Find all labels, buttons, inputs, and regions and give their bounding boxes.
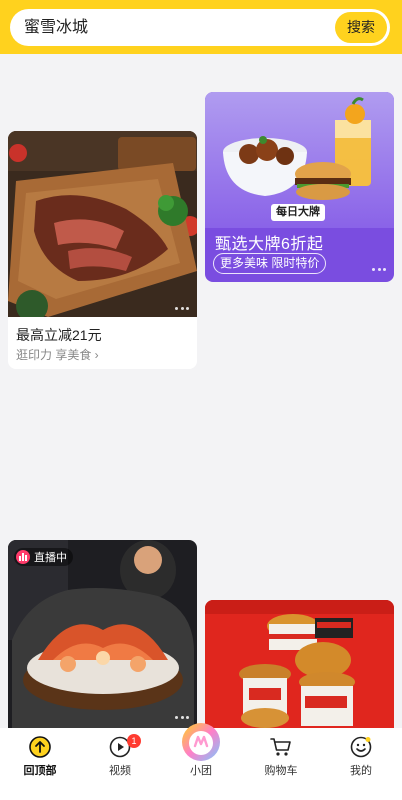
seafood-platter-image — [8, 540, 197, 728]
tab-mine[interactable]: 我的 — [331, 728, 391, 800]
arrow-up-circle-icon — [29, 736, 51, 758]
smiley-icon — [350, 736, 372, 758]
brand-discount-card[interactable]: 每日大牌 甄选大牌6折起 更多美味 限时特价 — [205, 92, 394, 282]
search-input[interactable]: 蜜雪冰城 — [24, 9, 88, 46]
tab-cart[interactable]: 购物车 — [251, 728, 311, 800]
more-deals-chip[interactable]: 更多美味 限时特价 — [213, 253, 327, 274]
fried-chicken-card[interactable] — [205, 600, 394, 728]
tab-label: 我的 — [350, 765, 372, 777]
search-button[interactable]: 搜索 — [335, 12, 387, 43]
card-subtitle: 逛印力 享美食 › — [16, 348, 99, 362]
live-indicator: 直播中 — [14, 548, 73, 566]
fried-chicken-image — [205, 600, 394, 728]
tab-label: 购物车 — [264, 765, 298, 777]
more-options-icon[interactable] — [372, 268, 386, 272]
notification-badge: 1 — [127, 734, 141, 748]
tab-label: 回顶部 — [23, 765, 57, 777]
tab-back-to-top[interactable]: 回顶部 — [10, 728, 70, 800]
live-label: 直播中 — [34, 552, 67, 564]
tab-label: 视频 — [109, 765, 131, 777]
seafood-live-card[interactable]: 直播中 — [8, 540, 197, 728]
tab-label: 小团 — [190, 765, 212, 777]
live-bars-icon — [16, 550, 30, 564]
steak-image — [8, 131, 197, 317]
card-title: 甄选大牌6折起 — [215, 236, 324, 253]
search-bar[interactable]: 蜜雪冰城 搜索 — [10, 9, 390, 46]
more-options-icon[interactable] — [175, 307, 189, 311]
card-title: 最高立减21元 — [16, 327, 102, 343]
search-header: 蜜雪冰城 搜索 — [0, 0, 402, 54]
tab-video[interactable]: 1 视频 — [90, 728, 150, 800]
steak-deal-card[interactable]: 最高立减21元 逛印力 享美食 › — [8, 131, 197, 369]
mascot-icon[interactable] — [181, 722, 221, 762]
cart-icon — [270, 738, 291, 756]
daily-brand-badge: 每日大牌 — [271, 204, 325, 221]
more-options-icon[interactable] — [175, 716, 189, 720]
